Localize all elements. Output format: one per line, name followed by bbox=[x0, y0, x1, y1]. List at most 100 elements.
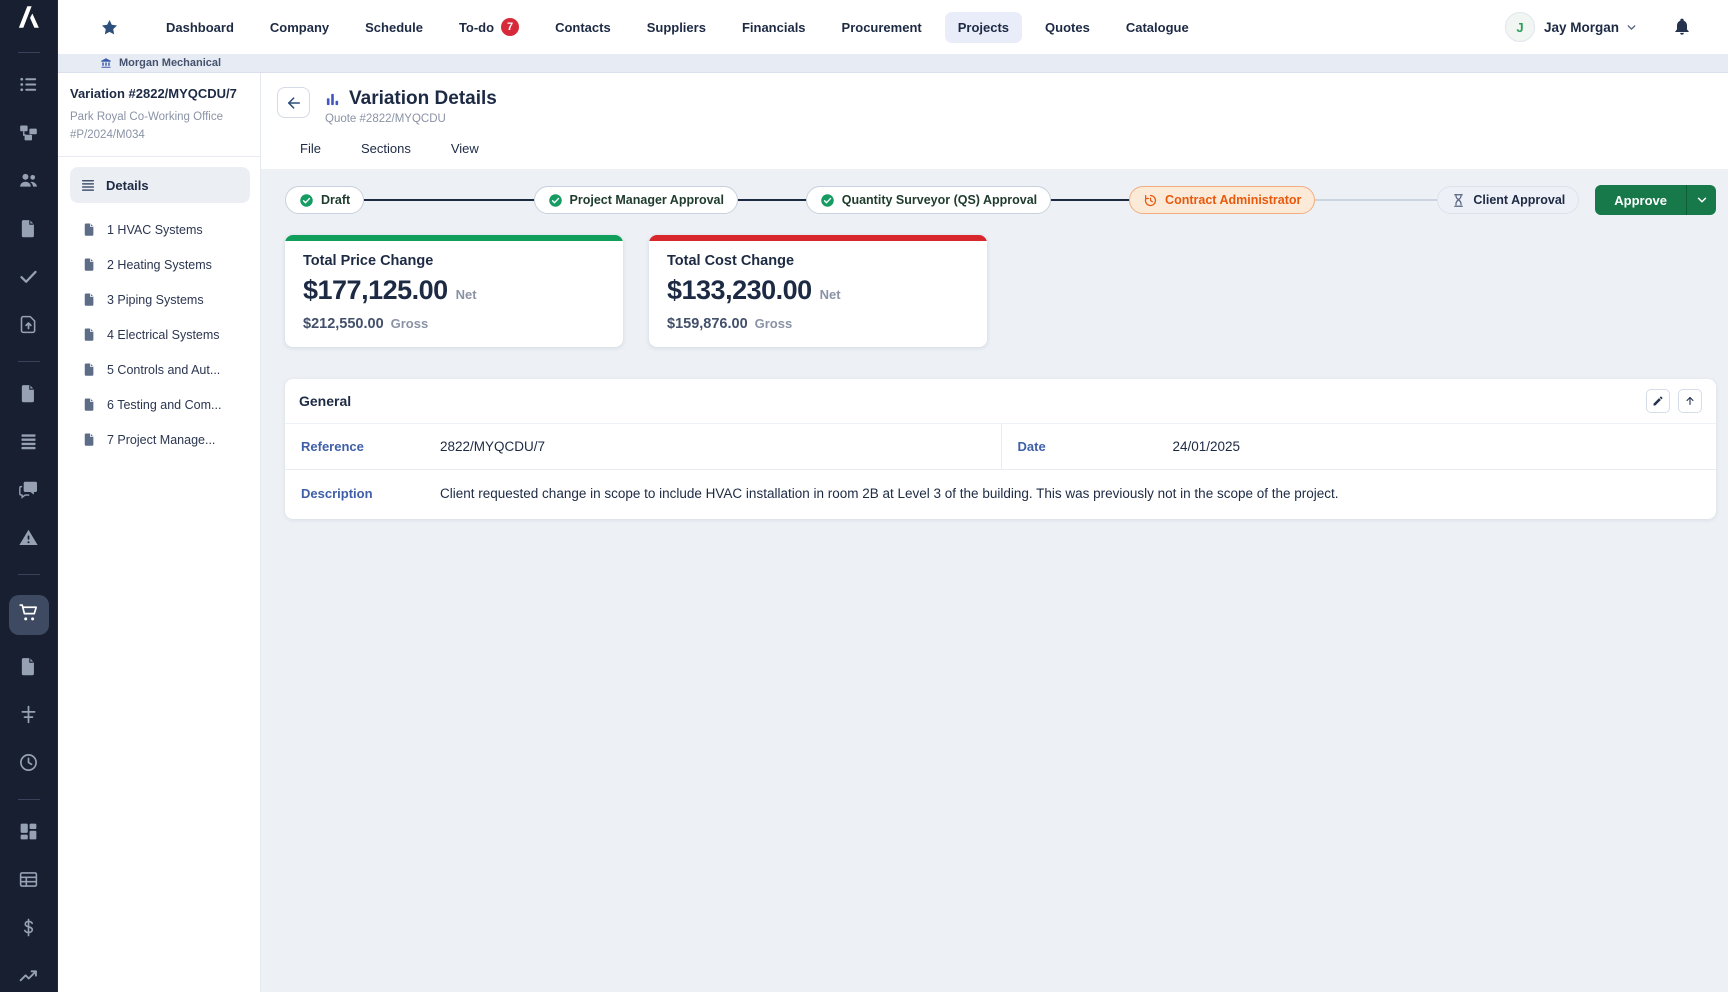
nav-item-schedule[interactable]: Schedule bbox=[352, 12, 436, 43]
rail-item-document[interactable] bbox=[11, 382, 47, 410]
reference-field: Reference 2822/MYQCDU/7 bbox=[285, 424, 1001, 469]
nav-item-catalogue[interactable]: Catalogue bbox=[1113, 12, 1202, 43]
step-label: Draft bbox=[321, 193, 350, 207]
summary-cards: Total Price Change$177,125.00Net$212,550… bbox=[285, 235, 1716, 347]
approve-button[interactable]: Approve bbox=[1595, 185, 1686, 215]
file-icon bbox=[82, 292, 97, 307]
table-icon bbox=[18, 869, 39, 895]
card-net-label: Net bbox=[820, 287, 841, 302]
nav-item-procurement[interactable]: Procurement bbox=[829, 12, 935, 43]
icon-rail bbox=[0, 0, 58, 992]
rail-item-grid[interactable] bbox=[11, 820, 47, 848]
section-item-5-controls-and-aut[interactable]: 5 Controls and Aut... bbox=[70, 353, 250, 386]
general-panel: General bbox=[285, 379, 1716, 519]
step-project-manager-approval[interactable]: Project Manager Approval bbox=[534, 186, 738, 214]
rail-item-users[interactable] bbox=[11, 169, 47, 197]
step-contract-administrator[interactable]: Contract Administrator bbox=[1129, 186, 1315, 214]
check-icon bbox=[18, 266, 39, 292]
back-button[interactable] bbox=[277, 87, 310, 118]
rail-item-cart[interactable] bbox=[9, 595, 49, 635]
step-client-approval[interactable]: Client Approval bbox=[1437, 186, 1579, 214]
rail-item-dollar[interactable] bbox=[11, 916, 47, 944]
main-nav: Dashboard Company Schedule To-do7 Contacts Su… bbox=[153, 10, 1202, 44]
details-nav-item[interactable]: Details bbox=[70, 167, 250, 203]
collapse-button[interactable] bbox=[1678, 389, 1702, 413]
rail-item-hierarchy[interactable] bbox=[11, 121, 47, 149]
rail-item-file-upload[interactable] bbox=[11, 313, 47, 341]
arrow-up-icon bbox=[1684, 395, 1696, 407]
reference-label: Reference bbox=[285, 439, 440, 454]
card-gross-amount: $212,550.00 bbox=[303, 316, 384, 332]
rail-item-adjustments[interactable] bbox=[11, 703, 47, 731]
nav-item-label: Contacts bbox=[555, 20, 611, 35]
rail-item-chat[interactable] bbox=[11, 478, 47, 506]
rail-item-list[interactable] bbox=[11, 73, 47, 101]
todo-count-badge: 7 bbox=[501, 18, 519, 36]
nav-item-contacts[interactable]: Contacts bbox=[542, 12, 624, 43]
nav-item-label: Projects bbox=[958, 20, 1009, 35]
section-item-1-hvac-systems[interactable]: 1 HVAC Systems bbox=[70, 213, 250, 246]
step-label: Project Manager Approval bbox=[570, 193, 724, 207]
rail-item-clock[interactable] bbox=[11, 751, 47, 779]
rail-divider bbox=[18, 574, 40, 575]
avatar[interactable]: J bbox=[1505, 12, 1535, 42]
nav-item-to-do[interactable]: To-do7 bbox=[446, 10, 532, 44]
rail-item-warning[interactable] bbox=[11, 526, 47, 554]
rail-item-rows[interactable] bbox=[11, 430, 47, 458]
rail-item-table[interactable] bbox=[11, 868, 47, 896]
step-draft[interactable]: Draft bbox=[285, 186, 364, 214]
menu-sections[interactable]: Sections bbox=[361, 141, 411, 156]
menu-view[interactable]: View bbox=[451, 141, 479, 156]
nav-item-label: Schedule bbox=[365, 20, 423, 35]
section-item-7-project-manage[interactable]: 7 Project Manage... bbox=[70, 423, 250, 456]
app-logo[interactable] bbox=[0, 0, 58, 34]
nav-item-projects[interactable]: Projects bbox=[945, 12, 1022, 43]
section-item-label: 7 Project Manage... bbox=[107, 433, 215, 447]
list-icon bbox=[18, 74, 39, 100]
org-name[interactable]: Morgan Mechanical bbox=[119, 57, 221, 69]
step-connector bbox=[738, 199, 806, 201]
menubar: File Sections View bbox=[277, 125, 1712, 169]
bank-icon bbox=[100, 57, 112, 69]
card-net-row: $133,230.00Net bbox=[667, 275, 969, 306]
chevron-down-icon bbox=[1695, 193, 1709, 207]
avatar-initial: J bbox=[1516, 20, 1523, 35]
notifications-bell-icon[interactable] bbox=[1672, 17, 1692, 37]
hourglass-icon bbox=[1451, 193, 1466, 208]
document-icon bbox=[18, 383, 39, 409]
nav-item-dashboard[interactable]: Dashboard bbox=[153, 12, 247, 43]
user-name[interactable]: Jay Morgan bbox=[1544, 20, 1619, 35]
rail-item-document[interactable] bbox=[11, 217, 47, 245]
project-code: #P/2024/M034 bbox=[70, 127, 250, 144]
card-net-amount: $177,125.00 bbox=[303, 275, 448, 306]
rail-item-check[interactable] bbox=[11, 265, 47, 293]
nav-item-label: Suppliers bbox=[647, 20, 706, 35]
step-connector bbox=[1315, 199, 1437, 201]
chevron-down-icon[interactable] bbox=[1625, 21, 1638, 34]
section-item-4-electrical-systems[interactable]: 4 Electrical Systems bbox=[70, 318, 250, 351]
rail-item-document[interactable] bbox=[11, 655, 47, 683]
rail-item-trend[interactable] bbox=[11, 964, 47, 992]
pending-icon bbox=[1143, 193, 1158, 208]
section-item-2-heating-systems[interactable]: 2 Heating Systems bbox=[70, 248, 250, 281]
nav-item-suppliers[interactable]: Suppliers bbox=[634, 12, 719, 43]
favorites-star-icon[interactable] bbox=[100, 18, 119, 37]
menu-file[interactable]: File bbox=[300, 141, 321, 156]
card-net-row: $177,125.00Net bbox=[303, 275, 605, 306]
card-gross-row: $159,876.00Gross bbox=[667, 316, 969, 332]
card-gross-row: $212,550.00Gross bbox=[303, 316, 605, 332]
step-quantity-surveyor-qs-approval[interactable]: Quantity Surveyor (QS) Approval bbox=[806, 186, 1051, 214]
project-name: Park Royal Co-Working Office bbox=[70, 109, 250, 126]
file-icon bbox=[82, 362, 97, 377]
rows-icon bbox=[18, 431, 39, 457]
edit-button[interactable] bbox=[1646, 389, 1670, 413]
nav-item-financials[interactable]: Financials bbox=[729, 12, 819, 43]
section-item-3-piping-systems[interactable]: 3 Piping Systems bbox=[70, 283, 250, 316]
description-label: Description bbox=[285, 486, 440, 501]
section-item-6-testing-and-com[interactable]: 6 Testing and Com... bbox=[70, 388, 250, 421]
nav-item-company[interactable]: Company bbox=[257, 12, 342, 43]
org-breadcrumb-bar: Morgan Mechanical bbox=[58, 54, 1728, 73]
nav-item-quotes[interactable]: Quotes bbox=[1032, 12, 1103, 43]
description-field: Description Client requested change in s… bbox=[285, 470, 1716, 519]
approve-dropdown-button[interactable] bbox=[1686, 185, 1716, 215]
